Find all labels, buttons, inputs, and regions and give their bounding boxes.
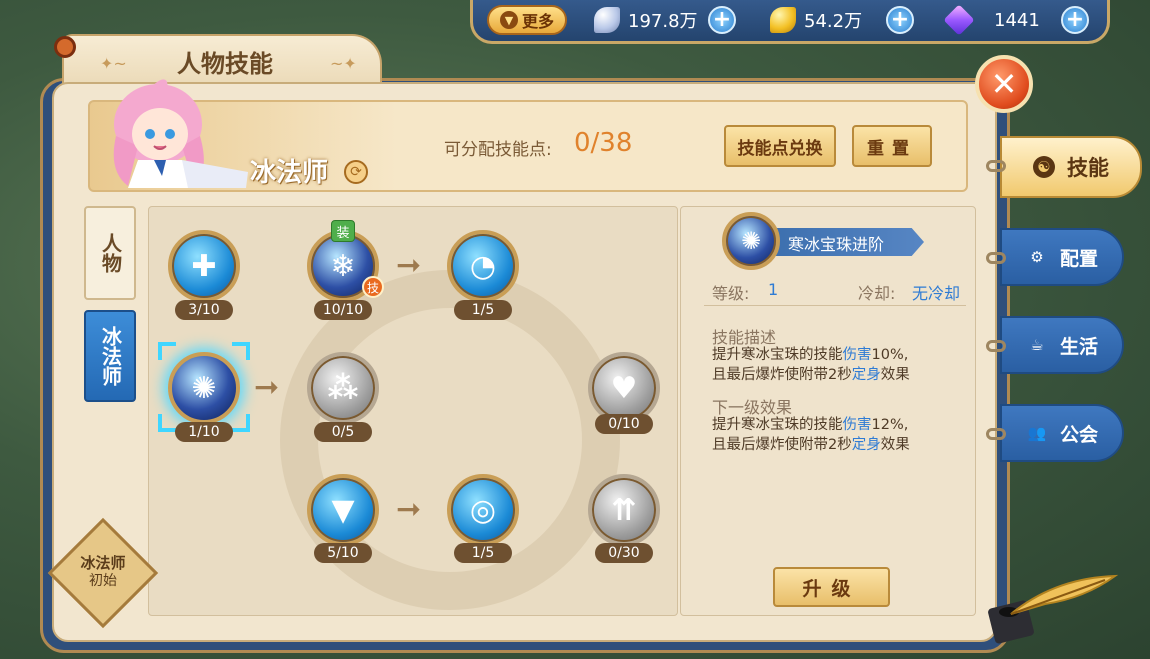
tab-config-label: 配置 xyxy=(1059,247,1098,270)
window-title: 人物技能 xyxy=(177,50,273,78)
next-level-line-2: 且最后爆炸使附带2秒定身效果 xyxy=(712,437,910,454)
skill-node-8[interactable]: ◎ xyxy=(447,474,519,546)
add-silver-button[interactable]: + xyxy=(708,6,736,34)
tab-character[interactable]: 人物 xyxy=(84,206,136,300)
cooldown-value: 无冷却 xyxy=(912,284,961,303)
ice-orb-icon: ✺ xyxy=(191,370,217,406)
class-name: 冰法师 xyxy=(250,158,329,188)
skill-level-8: 1/5 xyxy=(454,543,512,563)
add-gold-button[interactable]: + xyxy=(886,6,914,34)
skill-node-4-selected[interactable]: ✺ xyxy=(168,352,240,424)
binder-ring xyxy=(986,340,1006,352)
skill-node-7[interactable]: ▼ xyxy=(307,474,379,546)
arrow-right-icon: ➞ xyxy=(396,492,422,527)
binder-ring xyxy=(986,252,1006,264)
cup-icon: ☕ xyxy=(1030,336,1044,354)
skill-level-4: 1/10 xyxy=(175,422,233,442)
divider xyxy=(704,305,966,306)
skill-level-6: 0/10 xyxy=(595,414,653,434)
skill-level-5: 0/5 xyxy=(314,422,372,442)
cooldown-label: 冷却: xyxy=(858,284,896,303)
more-button[interactable]: ▼ 更多 xyxy=(487,5,567,35)
tab-character-label: 人物 xyxy=(98,233,123,273)
diamond-amount: 1441 xyxy=(994,9,1040,31)
binder-ring xyxy=(986,160,1006,172)
pin-icon xyxy=(54,36,76,58)
tab-guild-label: 公会 xyxy=(1059,423,1098,446)
vortex-icon: ◎ xyxy=(469,492,497,528)
arrow-right-icon: ➞ xyxy=(396,248,422,283)
gold-currency: 54.2万 xyxy=(770,4,862,36)
gold-leaf-icon xyxy=(770,7,796,33)
diamond-currency: 1441 xyxy=(943,4,1040,36)
add-diamond-button[interactable]: + xyxy=(1061,6,1089,34)
equipped-badge: 装 xyxy=(331,220,355,242)
class-badge-line-2: 初始 xyxy=(89,572,117,589)
arrow-right-icon: ➞ xyxy=(254,370,280,405)
close-icon: ✕ xyxy=(990,65,1018,103)
triple-orb-icon: ⁂ xyxy=(327,370,359,406)
character-avatar xyxy=(113,79,248,188)
heart-plus-icon: ♥ xyxy=(610,370,638,406)
people-icon: 👥 xyxy=(1027,424,1047,442)
tab-skill-label: 技能 xyxy=(1067,156,1109,180)
reset-button[interactable]: 重置 xyxy=(852,125,932,167)
ice-orb-icon: ✺ xyxy=(722,212,780,270)
tab-ice-mage-label: 冰法师 xyxy=(98,326,123,386)
tab-life[interactable]: ☕ 生活 xyxy=(1000,316,1124,374)
quill-icon xyxy=(988,574,1119,644)
description-text: 提升寒冰宝珠的技能伤害10%, 且最后爆炸使附带2秒定身效果 xyxy=(712,345,974,386)
tab-skill[interactable]: ☯ 技能 xyxy=(1000,136,1142,198)
exchange-points-button[interactable]: 技能点兑换 xyxy=(724,125,836,167)
diamond-down-icon: ▼ xyxy=(331,492,355,528)
binder-ring xyxy=(986,428,1006,440)
upgrade-button[interactable]: 升级 xyxy=(773,567,890,607)
skill-node-1[interactable]: ✚ xyxy=(168,230,240,302)
triple-arrow-up-icon: ⇈ xyxy=(611,492,637,528)
tab-guild[interactable]: 👥 公会 xyxy=(1000,404,1124,462)
skill-points-label: 可分配技能点: xyxy=(444,140,552,160)
feather-icon xyxy=(594,7,620,33)
diamond-icon xyxy=(943,4,975,36)
switch-class-icon[interactable]: ⟳ xyxy=(344,160,368,184)
tab-life-label: 生活 xyxy=(1059,335,1098,358)
selection-bracket xyxy=(232,342,250,360)
selection-bracket xyxy=(158,414,176,432)
silver-amount: 197.8万 xyxy=(628,11,698,32)
skill-node-5[interactable]: ⁂ xyxy=(307,352,379,424)
next-level-line-1: 提升寒冰宝珠的技能伤害12%, xyxy=(712,417,909,433)
description-line-1: 提升寒冰宝珠的技能伤害10%, xyxy=(712,347,909,363)
skill-node-3[interactable]: ◔ xyxy=(447,230,519,302)
selection-bracket xyxy=(232,414,250,432)
diamond-plus-icon: ✚ xyxy=(191,248,217,284)
skill-name: 寒冰宝珠进阶 xyxy=(788,235,885,254)
swirl-plus-icon: ◔ xyxy=(469,248,497,284)
skill-points-value: 0/38 xyxy=(574,128,633,158)
chevron-down-icon: ▼ xyxy=(499,11,518,29)
skill-level-7: 5/10 xyxy=(314,543,372,563)
skill-level-3: 1/5 xyxy=(454,300,512,320)
skill-badge: 技 xyxy=(362,276,384,298)
class-badge-line-1: 冰法师 xyxy=(80,554,126,572)
skill-level-2: 10/10 xyxy=(314,300,372,320)
ice-crystal-icon: ❄ xyxy=(330,248,356,284)
level-label: 等级: xyxy=(712,284,750,303)
skill-node-9[interactable]: ⇈ xyxy=(588,474,660,546)
level-value: 1 xyxy=(768,280,779,299)
next-level-text: 提升寒冰宝珠的技能伤害12%, 且最后爆炸使附带2秒定身效果 xyxy=(712,415,974,456)
tab-config[interactable]: ⚙ 配置 xyxy=(1000,228,1124,286)
silver-currency: 197.8万 xyxy=(594,4,698,36)
description-line-2: 且最后爆炸使附带2秒定身效果 xyxy=(712,367,910,384)
more-button-label: 更多 xyxy=(521,12,554,31)
gear-icon: ⚙ xyxy=(1030,248,1044,266)
tab-ice-mage[interactable]: 冰法师 xyxy=(84,310,136,402)
skill-level-9: 0/30 xyxy=(595,543,653,563)
selection-bracket xyxy=(158,342,176,360)
skill-icon: ☯ xyxy=(1033,156,1055,178)
class-badge-text: 冰法师 初始 xyxy=(60,554,146,590)
skill-level-1: 3/10 xyxy=(175,300,233,320)
gold-amount: 54.2万 xyxy=(804,11,863,32)
close-button[interactable]: ✕ xyxy=(975,55,1033,113)
